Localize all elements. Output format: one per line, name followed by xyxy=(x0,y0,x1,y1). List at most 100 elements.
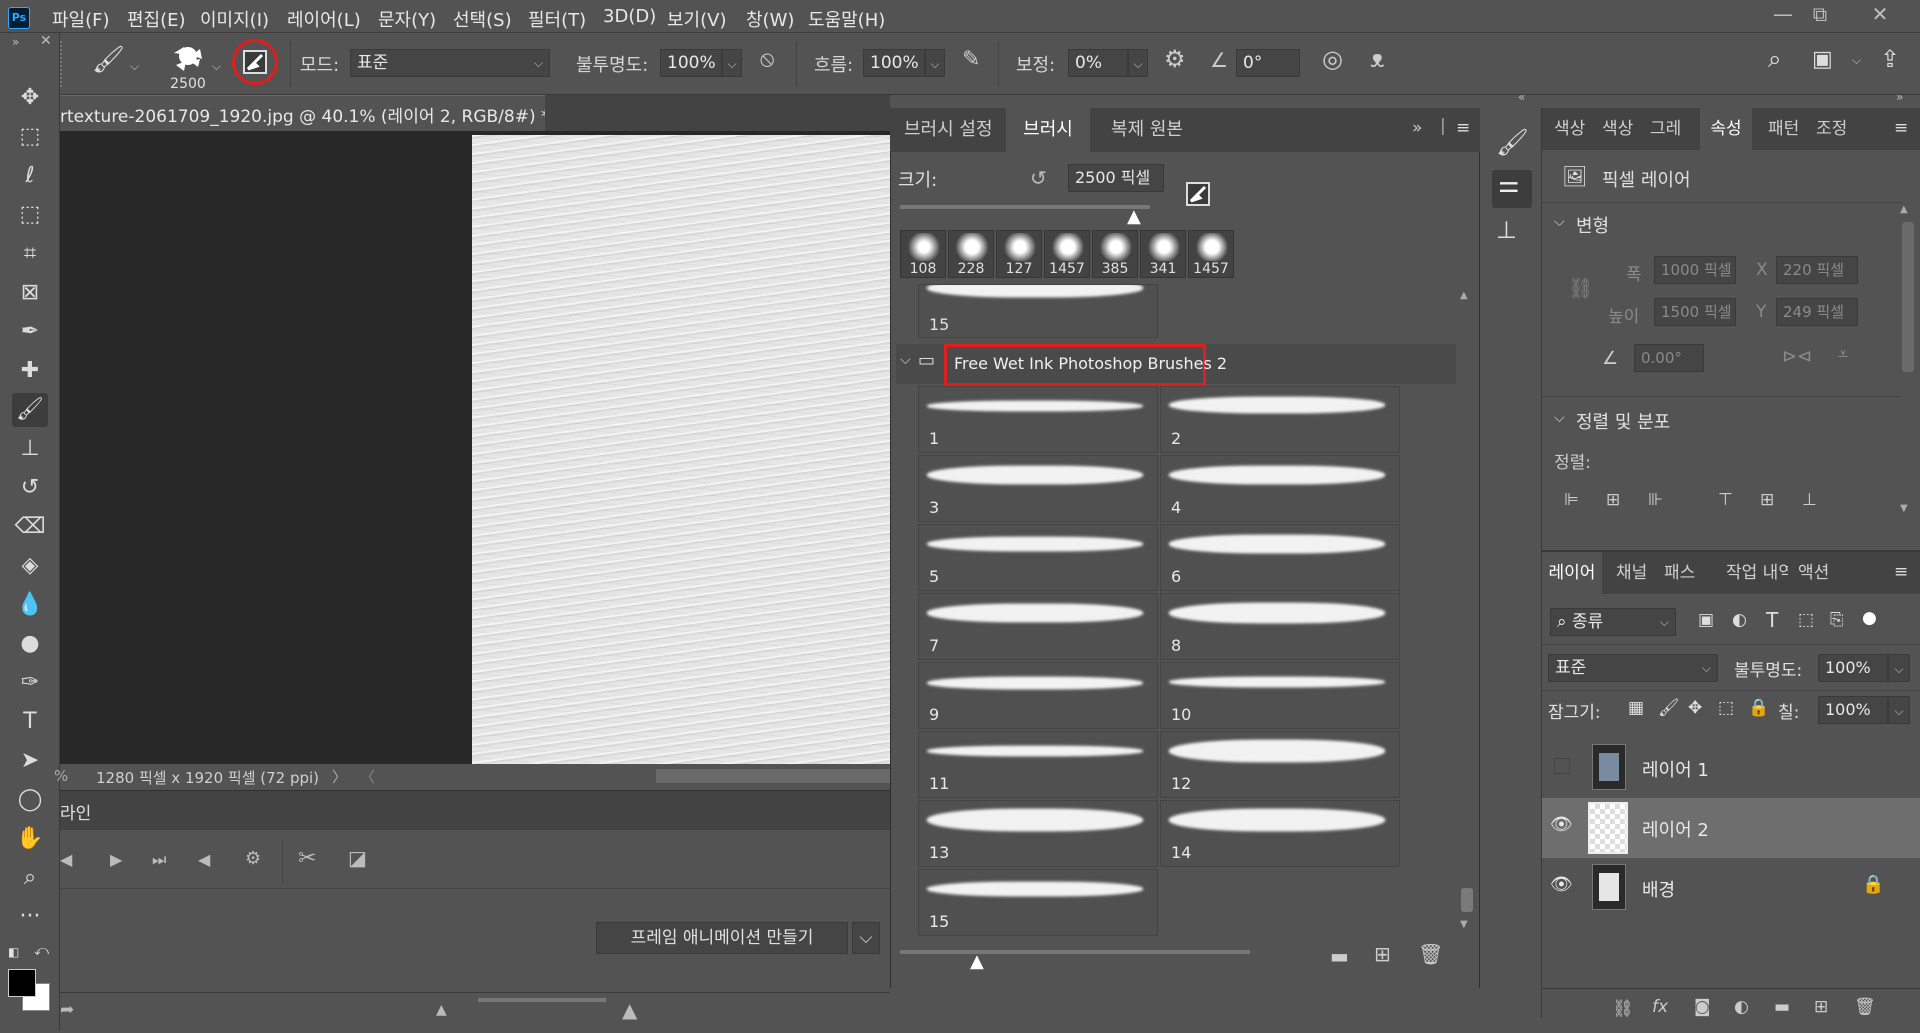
dodge-tool-icon[interactable]: ● xyxy=(12,627,48,661)
recent-brush-thumb[interactable]: 1457 xyxy=(1188,230,1235,278)
timeline-zoom-slider[interactable] xyxy=(478,998,606,1002)
ellipse-tool-icon[interactable]: ◯ xyxy=(12,783,48,817)
thumbnail-size-slider[interactable] xyxy=(900,950,1250,954)
menu-help[interactable]: 도움말(H) xyxy=(808,4,885,34)
document-canvas-image[interactable] xyxy=(472,135,890,764)
brush-preset-picker[interactable]: 2500 xyxy=(166,41,210,92)
collapse-icon[interactable]: « xyxy=(1518,90,1525,104)
zoom-tool-icon[interactable]: ⌕ xyxy=(12,861,48,895)
new-layer-icon[interactable]: ⊞ xyxy=(1814,997,1828,1017)
fill-dropdown[interactable]: ⌵ xyxy=(1888,696,1910,724)
align-bottom-icon[interactable]: ⊥ xyxy=(1802,490,1817,510)
document-tab[interactable]: rtexture-2061709_1920.jpg @ 40.1% (레이어 2… xyxy=(60,95,545,131)
brush-item[interactable]: 11 xyxy=(918,731,1158,798)
convert-icon[interactable]: ➦ xyxy=(60,1000,74,1020)
gear-icon[interactable]: ⚙ xyxy=(1164,45,1186,73)
brush-settings-panel-icon[interactable]: 🖌 xyxy=(1496,128,1529,158)
menu-view[interactable]: 보기(V) xyxy=(667,4,726,34)
new-group-folder-icon[interactable]: ▬ xyxy=(1774,997,1790,1017)
eraser-tool-icon[interactable]: ⌫ xyxy=(12,510,48,544)
lock-paint-icon[interactable]: 🖌 xyxy=(1658,698,1680,718)
brush-group-row[interactable]: ⌵ ▭ Free Wet Ink Photoshop Brushes 2 xyxy=(896,344,1456,386)
size-slider-track[interactable] xyxy=(900,205,1150,209)
tab-swatches[interactable]: 색상 xyxy=(1602,108,1633,150)
status-arrow-icon[interactable]: 〉 xyxy=(332,766,347,787)
menu-window[interactable]: 창(W) xyxy=(746,4,794,34)
expand-icon[interactable]: » xyxy=(12,35,19,49)
hand-tool-icon[interactable]: ✋ xyxy=(12,822,48,856)
layer-name[interactable]: 배경 xyxy=(1642,876,1675,902)
width-input[interactable]: 1000 픽셀 xyxy=(1654,256,1736,284)
layer-row-selected[interactable]: 👁 레이어 2 xyxy=(1542,798,1920,858)
layer-filter-select[interactable]: ⌕ 종류 ⌵ xyxy=(1550,608,1676,636)
brush-list-scrollbar[interactable]: ▲ ▼ xyxy=(1460,290,1474,930)
filter-pixel-icon[interactable]: ▣ xyxy=(1698,610,1714,630)
brush-size-input[interactable]: 2500 픽셀 xyxy=(1068,164,1164,192)
lasso-tool-icon[interactable]: ℓ xyxy=(12,159,48,193)
eye-icon[interactable]: 👁 xyxy=(1550,874,1573,895)
zoom-level[interactable]: % xyxy=(54,767,68,785)
layer-row[interactable]: 레이어 1 xyxy=(1542,738,1920,798)
audio-icon[interactable]: ◀ xyxy=(198,850,210,869)
add-mask-icon[interactable]: ◙ xyxy=(1694,997,1711,1017)
blur-tool-icon[interactable]: 💧 xyxy=(12,588,48,622)
grip-handle[interactable] xyxy=(60,41,62,87)
brush-item[interactable]: 5 xyxy=(918,524,1158,591)
thumbnail-slider-thumb[interactable]: ▲ xyxy=(970,951,984,972)
brush-item[interactable]: 10 xyxy=(1160,662,1400,729)
chevron-down-icon[interactable]: ⌵ xyxy=(852,922,880,954)
brush-tool-icon[interactable]: 🖌 xyxy=(12,393,48,427)
recent-brush-thumb[interactable]: 385 xyxy=(1092,230,1139,278)
tab-actions[interactable]: 액션 xyxy=(1798,552,1829,594)
panel-menu-icon[interactable]: ≡ xyxy=(1894,118,1908,138)
play-icon[interactable]: ▶ xyxy=(110,850,122,869)
brushes-panel-icon[interactable]: ⚌ xyxy=(1492,170,1532,208)
horizontal-scrollbar[interactable] xyxy=(656,769,890,783)
filter-adjustment-icon[interactable]: ◐ xyxy=(1732,610,1747,630)
height-input[interactable]: 1500 픽셀 xyxy=(1654,298,1736,326)
first-frame-icon[interactable]: ◀ xyxy=(60,850,72,869)
close-icon[interactable]: ✕ xyxy=(40,33,52,49)
opacity-dropdown[interactable]: ⌵ xyxy=(1888,654,1910,682)
tab-adjustments[interactable]: 조정 xyxy=(1816,108,1847,150)
close-window-button[interactable]: ✕ xyxy=(1860,2,1900,26)
scroll-left-icon[interactable]: 〈 xyxy=(360,766,375,787)
tab-gradients[interactable]: 그레 xyxy=(1650,108,1696,150)
transition-icon[interactable]: ◪ xyxy=(348,846,367,870)
opacity-input[interactable]: 100% xyxy=(660,49,722,77)
chevron-down-icon[interactable]: ⌵ xyxy=(1554,410,1565,426)
smoothing-dropdown[interactable]: ⌵ xyxy=(1128,49,1148,77)
tab-layers[interactable]: 레이어 xyxy=(1542,552,1602,594)
lock-all-icon[interactable]: 🔒 xyxy=(1748,698,1769,718)
scissors-icon[interactable]: ✂ xyxy=(298,846,316,871)
align-top-icon[interactable]: ⊤ xyxy=(1718,490,1733,510)
tab-patterns[interactable]: 패턴 xyxy=(1768,108,1799,150)
brush-settings-toggle-icon[interactable] xyxy=(243,50,267,74)
filter-toggle-icon[interactable]: ● xyxy=(1862,608,1877,628)
menu-filter[interactable]: 필터(T) xyxy=(528,4,586,34)
trash-icon[interactable]: 🗑 xyxy=(1854,997,1876,1017)
blend-mode-select[interactable]: 표준 ⌵ xyxy=(1548,654,1718,682)
tab-paths[interactable]: 패스 xyxy=(1664,552,1695,594)
expand-icon[interactable]: » xyxy=(1412,118,1422,138)
search-icon[interactable]: ⌕ xyxy=(1768,45,1781,73)
minimize-button[interactable]: — xyxy=(1763,2,1803,26)
new-group-folder-icon[interactable]: ▬ xyxy=(1330,944,1349,968)
zoom-out-mountain-icon[interactable]: ▲ xyxy=(436,1002,447,1018)
history-brush-tool-icon[interactable]: ↺ xyxy=(12,471,48,505)
move-tool-icon[interactable]: ✥ xyxy=(12,81,48,115)
stamp-tool-icon[interactable]: ⊥ xyxy=(12,432,48,466)
chevron-down-icon[interactable]: ⌵ xyxy=(1852,53,1861,68)
link-layers-icon[interactable]: ⛓ xyxy=(1612,999,1634,1019)
gear-icon[interactable]: ⚙ xyxy=(245,848,261,869)
y-input[interactable]: 249 픽셀 xyxy=(1776,298,1858,326)
brush-item[interactable]: 14 xyxy=(1160,800,1400,867)
menu-layer[interactable]: 레이어(L) xyxy=(287,4,361,34)
menu-file[interactable]: 파일(F) xyxy=(52,4,110,34)
lock-transparent-icon[interactable]: ▦ xyxy=(1628,698,1644,718)
symmetry-butterfly-icon[interactable]: ᴥ xyxy=(1370,45,1385,74)
paint-bucket-tool-icon[interactable]: ◈ xyxy=(12,549,48,583)
brush-item[interactable]: 3 xyxy=(918,455,1158,522)
share-icon[interactable]: ⇪ xyxy=(1880,45,1900,73)
tab-brushes[interactable]: 브러시 xyxy=(1006,108,1090,152)
